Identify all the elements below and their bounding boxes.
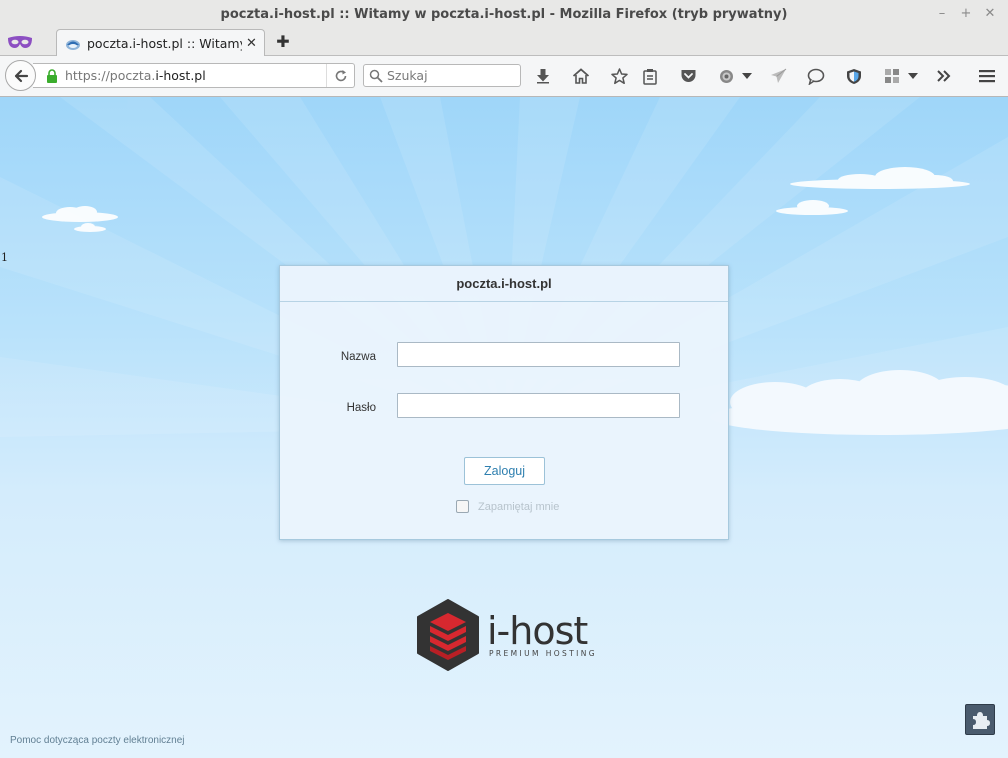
remember-me-label: Zapamiętaj mnie [478,500,560,513]
extension-grid-button[interactable] [882,65,902,87]
pocket-button[interactable] [678,65,698,87]
login-form: poczta.i-host.pl Nazwa Hasło Zaloguj Zap… [279,265,729,540]
home-icon [572,68,590,84]
logo-tagline: PREMIUM HOSTING [489,649,598,658]
speech-bubble-icon [807,68,825,85]
new-tab-button[interactable]: ✚ [276,33,290,51]
addon-gear-dropdown[interactable] [740,65,754,87]
star-icon [610,67,628,84]
search-bar[interactable] [363,64,521,87]
shield-button[interactable] [844,65,864,87]
close-window-button[interactable]: ✕ [982,5,998,23]
window-controls: – + ✕ [934,5,998,23]
downloads-button[interactable] [533,65,553,87]
tab-close-button[interactable]: ✕ [246,36,257,51]
puzzle-piece-icon [973,711,990,729]
mail-help-link[interactable]: Pomoc dotycząca poczty elektronicznej [10,735,185,746]
i-host-logo: i-host PREMIUM HOSTING [414,599,600,673]
hamburger-menu-button[interactable] [977,65,997,87]
search-input[interactable] [387,68,517,83]
double-chevron-right-icon [937,70,951,82]
hamburger-icon [979,70,995,83]
login-title: poczta.i-host.pl [456,276,552,291]
password-input[interactable] [397,393,680,418]
page-marker-number: 1 [1,251,8,264]
extension-puzzle-button[interactable] [965,704,995,735]
download-arrow-icon [537,69,549,84]
caret-down-icon [908,73,918,79]
window-titlebar: poczta.i-host.pl :: Witamy w poczta.i-ho… [0,0,1008,29]
paper-plane-icon [770,68,786,83]
reload-icon [335,69,346,81]
extension-grid-dropdown[interactable] [906,65,920,87]
window-title: poczta.i-host.pl :: Witamy w poczta.i-ho… [220,7,788,22]
url-bar[interactable]: https://poczta.i-host.pl [33,63,355,88]
tab-label: poczta.i-host.pl :: Witamy ... [87,36,242,51]
search-icon [369,69,383,83]
remember-me-option[interactable]: Zapamiętaj mnie [456,500,559,513]
logo-wordmark: i-host [487,609,588,653]
url-prefix: https://poczta. [65,68,156,83]
chat-button[interactable] [806,65,826,87]
gear-icon [719,69,733,83]
password-label: Hasło [346,402,376,414]
mail-favicon-icon [66,39,80,50]
navigation-toolbar: https://poczta.i-host.pl [0,56,1008,97]
grid-icon [885,69,899,83]
login-button[interactable]: Zaloguj [464,457,545,485]
back-button[interactable] [5,60,36,91]
clipboard-list-icon [643,68,657,85]
lock-icon [47,68,57,83]
bookmark-star-button[interactable] [609,65,629,87]
username-input[interactable] [397,342,680,367]
tab-active[interactable]: poczta.i-host.pl :: Witamy ... ✕ [56,29,265,57]
i-host-hexagon-icon [417,599,479,671]
tab-bar: poczta.i-host.pl :: Witamy ... ✕ ✚ [0,29,1008,57]
caret-down-icon [742,73,752,79]
arrow-left-icon [14,69,28,82]
url-text[interactable]: https://poczta.i-host.pl [65,68,326,83]
page-content: 1 poczta.i-host.pl Nazwa Hasło Zaloguj Z… [0,97,1008,758]
overflow-button[interactable] [934,65,954,87]
send-button[interactable] [768,65,788,87]
shield-icon [847,68,861,84]
private-browsing-mask-icon [8,36,32,48]
home-button[interactable] [571,65,591,87]
username-label: Nazwa [340,351,376,363]
maximize-button[interactable]: + [958,5,974,23]
bookmarks-menu-button[interactable] [640,65,660,87]
url-host: i-host.pl [155,68,206,83]
remember-me-checkbox[interactable] [456,500,469,513]
pocket-icon [681,70,695,82]
addon-gear-button[interactable] [716,65,736,87]
login-header: poczta.i-host.pl [280,266,728,302]
reload-button[interactable] [326,64,354,87]
minimize-button[interactable]: – [934,5,950,23]
